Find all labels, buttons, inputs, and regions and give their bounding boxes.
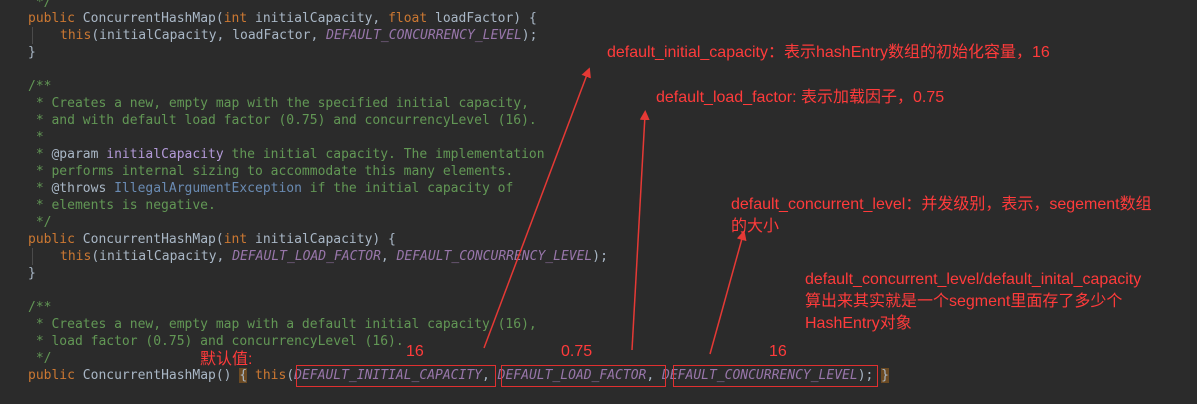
annotation-value-16-a: 16 [406, 343, 424, 360]
annotation-ratio-2: 算出来其实就是一个segment里面存了多少个 [805, 293, 1123, 310]
annotation-load-factor: default_load_factor: 表示加载因子，0.75 [656, 89, 945, 106]
annotation-value-16-b: 16 [769, 343, 787, 360]
arrow-concurrency-level [709, 230, 747, 355]
arrow-load-factor [631, 110, 650, 351]
annotation-ratio-3: HashEntry对象 [805, 315, 912, 332]
annotation-ratio-1: default_concurrent_level/default_inital_… [805, 271, 1142, 288]
annotation-concurrent-level-2: 的大小 [731, 218, 780, 235]
arrow-initial-capacity [483, 67, 591, 349]
annotation-default-values: 默认值: [200, 351, 253, 368]
annotation-value-075: 0.75 [561, 343, 593, 360]
annotation-concurrent-level-1: default_concurrent_level：并发级别，表示，segemen… [731, 196, 1152, 213]
annotation-initial-capacity: default_initial_capacity：表示hashEntry数组的初… [607, 44, 1050, 61]
